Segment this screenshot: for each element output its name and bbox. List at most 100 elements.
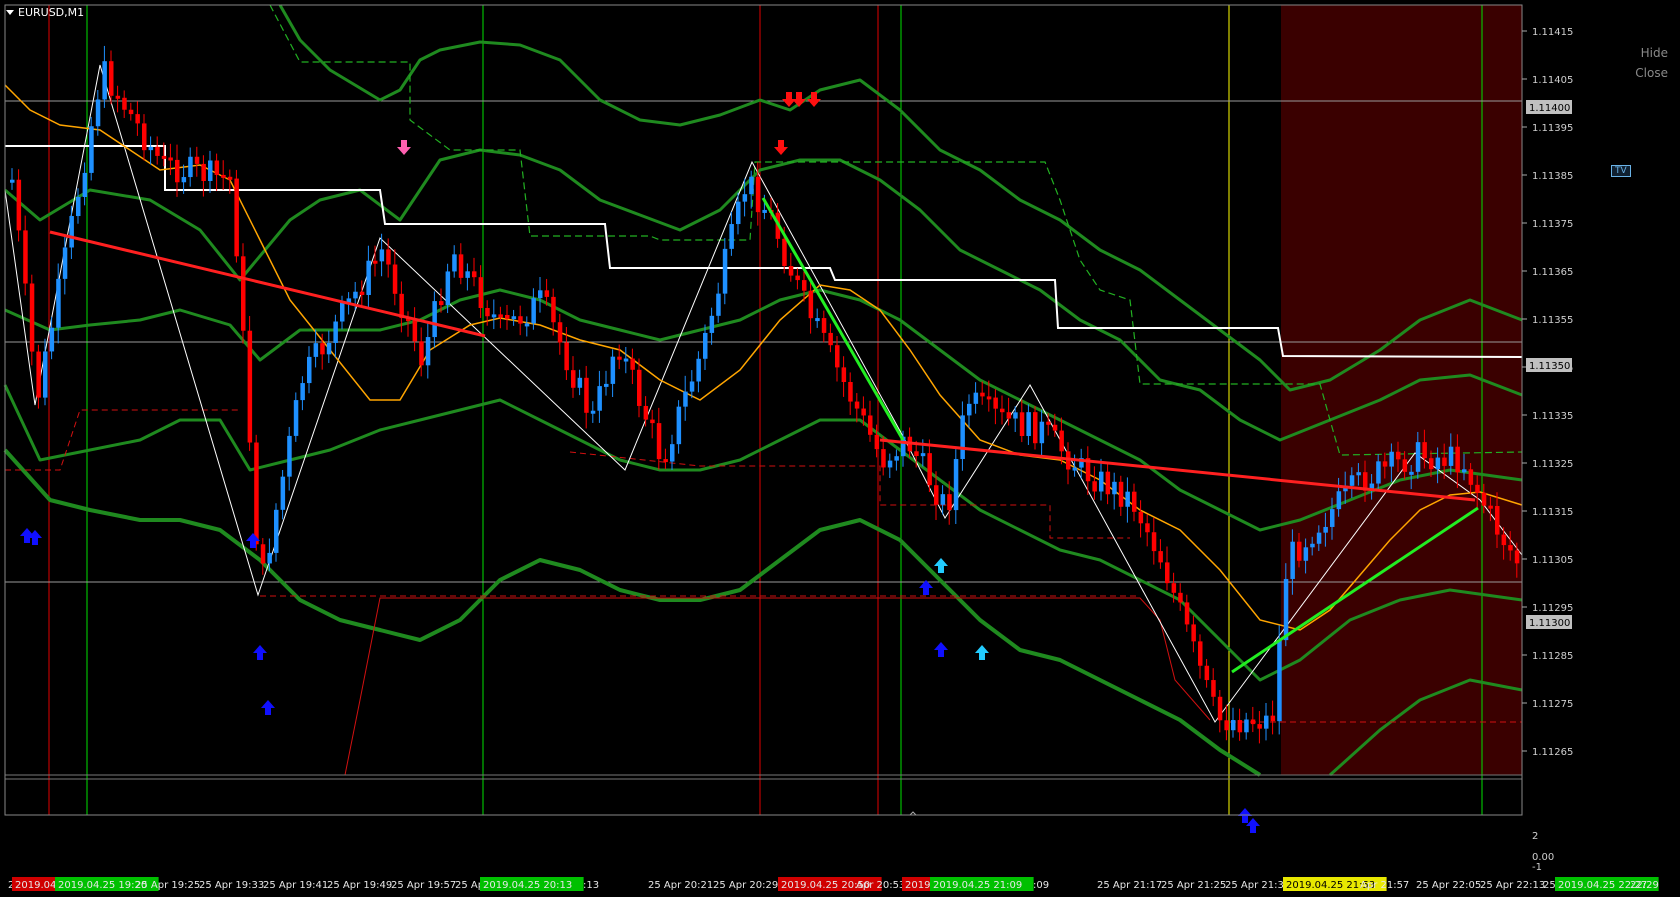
candle-body <box>1013 412 1018 419</box>
time-tick-label: 25 Apr 22:13 <box>1480 880 1545 891</box>
candle-body <box>366 260 371 296</box>
time-tick-label: 25 Apr 19:25 <box>135 880 200 891</box>
price-tick-label: 1.11355 <box>1532 315 1573 326</box>
candle-body <box>1118 481 1124 507</box>
time-tick-label: 2019.04 <box>15 880 56 891</box>
chart-window[interactable]: 1.11415 1.11405 1.11395 1.11385 1.11375 1.113… <box>0 0 1680 897</box>
candle-body <box>934 485 939 505</box>
down-arrow-icon <box>807 92 821 107</box>
candle-body <box>280 476 286 510</box>
red-support-line <box>344 597 1211 776</box>
time-tick-label: 25 <box>1543 880 1556 891</box>
up-arrow-icon <box>975 645 989 660</box>
candle-body <box>412 319 418 342</box>
candle-body <box>320 343 325 355</box>
candle-body <box>287 435 292 477</box>
candle-body <box>1105 471 1111 495</box>
price-tick-label: 1.11365 <box>1532 267 1573 278</box>
candle-body <box>881 449 886 468</box>
up-arrow-icon <box>1246 818 1260 833</box>
candle-body <box>1171 583 1177 593</box>
candle-body <box>722 248 728 294</box>
candle-body <box>333 321 338 343</box>
dropdown-triangle-icon[interactable] <box>6 10 14 15</box>
candle-body <box>161 155 167 159</box>
candle-body <box>1132 491 1137 512</box>
candle-body <box>597 386 602 411</box>
candle-body <box>1303 547 1309 561</box>
candle-body <box>478 277 484 308</box>
candle-body <box>1138 511 1144 524</box>
candle-body <box>1191 624 1196 642</box>
candle-body <box>815 318 820 322</box>
close-button[interactable]: Close <box>1635 66 1668 80</box>
candle-body <box>854 401 860 409</box>
time-tick-label: 2019.04.25 21:09 <box>933 880 1022 891</box>
candle-body <box>848 382 853 402</box>
time-tick-label: 25 Apr 20:29 <box>713 880 778 891</box>
candle-body <box>1495 506 1500 535</box>
candle-body <box>986 396 992 400</box>
candle-body <box>425 337 431 366</box>
candle-body <box>1112 481 1117 495</box>
candle-body <box>194 156 200 164</box>
time-tick-label: 25 Apr 21:33 <box>1225 880 1290 891</box>
candle-body <box>1151 532 1157 552</box>
up-arrow-icon <box>253 645 267 660</box>
candle-body <box>656 423 662 460</box>
time-tick-label: 25 Apr 19:41 <box>263 880 328 891</box>
price-tick-label: 1.11295 <box>1532 603 1573 614</box>
candle-body <box>577 377 583 388</box>
candle-body <box>1429 458 1434 470</box>
candle-body <box>221 174 226 178</box>
candle-body <box>62 247 68 279</box>
price-chart[interactable]: 1.11415 1.11405 1.11395 1.11385 1.11375 1.113… <box>0 0 1680 897</box>
candle-body <box>445 271 451 306</box>
candle-body <box>56 278 61 328</box>
time-tick-label: :13 <box>583 880 599 891</box>
candle-body <box>1396 451 1401 460</box>
candle-body <box>1508 545 1513 551</box>
candle-body <box>485 307 490 317</box>
candle-body <box>993 397 998 409</box>
candle-body <box>1217 696 1223 721</box>
hide-button[interactable]: Hide <box>1641 46 1668 60</box>
candle-body <box>623 358 629 362</box>
candle-body <box>234 178 239 257</box>
candle-body <box>95 99 101 127</box>
candle-body <box>703 332 708 359</box>
time-tick-label: 25 Apr 19:57 <box>391 880 456 891</box>
candle-body <box>465 271 470 278</box>
candle-body <box>551 296 556 323</box>
candle-body <box>1158 551 1163 563</box>
candle-body <box>241 256 246 331</box>
symbol-label[interactable]: EURUSD,M1 <box>6 6 84 19</box>
price-tick-label: 1.11325 <box>1532 459 1573 470</box>
candle-body <box>254 442 259 545</box>
candle-body <box>742 194 748 202</box>
candle-body <box>36 351 41 398</box>
tv-button[interactable]: TV <box>1611 165 1631 177</box>
candle-body <box>1244 719 1249 733</box>
candle-body <box>1297 541 1302 561</box>
candle-body <box>274 509 279 553</box>
candle-body <box>505 314 510 319</box>
candle-body <box>1204 665 1210 681</box>
candle-body <box>1270 715 1276 722</box>
dashed-red-level <box>569 451 1130 539</box>
price-highlight-label: 1.11400 <box>1529 103 1570 114</box>
candle-body <box>1382 461 1388 467</box>
price-tick-label: 1.11285 <box>1532 651 1573 662</box>
candle-body <box>175 159 180 183</box>
candle-body <box>947 494 952 511</box>
candle-body <box>716 293 721 316</box>
candle-body <box>115 95 121 99</box>
sub-tick-label: 2 <box>1532 831 1538 842</box>
candle-body <box>1145 523 1150 533</box>
candle-body <box>267 552 272 564</box>
candle-body <box>16 179 22 231</box>
candle-body <box>89 126 94 173</box>
time-axis: 252019.042019.04.25 19:2025 Apr 19:2525 … <box>8 877 1659 891</box>
candle-body <box>247 330 253 443</box>
time-tick-label: 22:29 <box>1630 880 1659 891</box>
